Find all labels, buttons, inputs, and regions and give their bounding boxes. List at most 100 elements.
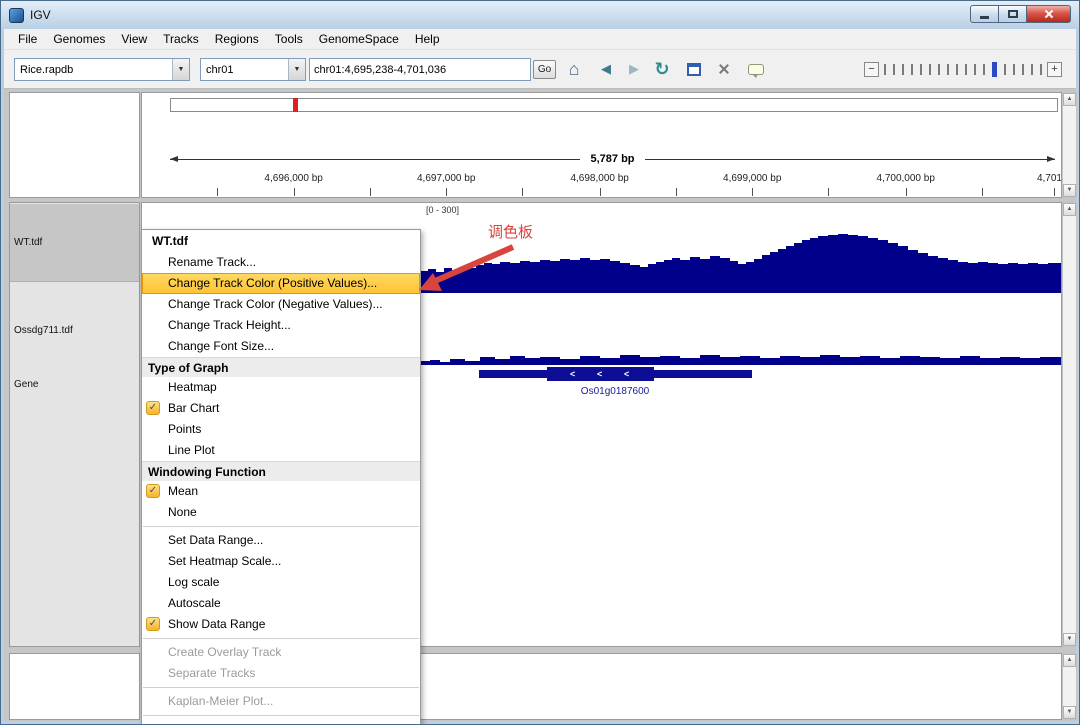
menu-genomespace[interactable]: GenomeSpace [311,30,407,48]
menu-item-label: Line Plot [168,443,215,457]
fit-shape [718,63,730,75]
ruler-tick [828,188,830,196]
data-range-label: [0 - 300] [426,205,460,215]
home-icon[interactable]: ⌂ [562,57,586,81]
bubble-shape [748,63,764,78]
zoom-tick[interactable] [1031,63,1033,75]
scroll-up-icon[interactable]: ▲ [1063,203,1076,216]
menu-item-none[interactable]: None [142,502,420,523]
scroll-down-icon[interactable]: ▼ [1063,633,1076,646]
zoom-tick[interactable] [956,63,958,75]
zoom-tick[interactable] [911,63,913,75]
menu-item-points[interactable]: Points [142,419,420,440]
zoom-tick[interactable] [1013,63,1015,75]
menu-item-remove-track[interactable]: Remove Track [142,719,420,724]
scroll-down-icon[interactable]: ▼ [1063,184,1076,197]
menu-item-label: Create Overlay Track [168,645,282,659]
zoom-ticks[interactable] [879,61,1047,77]
menu-item-rename-track[interactable]: Rename Track... [142,252,420,273]
zoom-tick[interactable] [893,63,895,75]
check-icon: ✓ [146,484,160,498]
zoom-tick[interactable] [920,63,922,75]
chevron-down-icon[interactable]: ▼ [172,59,189,80]
region-tool-icon[interactable] [682,57,706,81]
scroll-down-icon[interactable]: ▼ [1063,706,1076,719]
forward-icon[interactable]: ▶ [622,57,646,81]
ruler-name-panel [9,92,140,198]
ruler-scrollbar[interactable]: ▲ ▼ [1062,92,1077,198]
zoom-tick[interactable] [965,63,967,75]
menu-item-set-heatmap-scale[interactable]: Set Heatmap Scale... [142,551,420,572]
scroll-up-icon[interactable]: ▲ [1063,654,1076,667]
menu-item-autoscale[interactable]: Autoscale [142,593,420,614]
track-name-gene[interactable]: Gene [10,374,139,392]
chromosome-selector-value: chr01 [206,63,234,76]
track-label-ossdg711: Ossdg711.tdf [14,325,73,336]
zoom-tick[interactable] [1022,63,1024,75]
track-scrollbar[interactable]: ▲ ▼ [1062,202,1077,647]
genome-selector[interactable]: Rice.rapdb ▼ [14,58,190,81]
igv-window: IGV File Genomes View Tracks Regions Tools Gen… [0,0,1080,725]
chromosome-selector[interactable]: chr01 ▼ [200,58,306,81]
close-icon [1043,8,1055,20]
chromosome-ideogram[interactable] [170,98,1058,112]
go-button[interactable]: Go [533,60,556,79]
zoom-tick[interactable] [974,63,976,75]
menu-genomes[interactable]: Genomes [45,30,113,48]
zoom-slider-thumb[interactable] [992,61,997,77]
zoom-tick[interactable] [983,63,985,75]
track-name-wt[interactable]: WT.tdf [10,204,139,282]
gene-name-label: Os01g0187600 [580,386,650,397]
title-bar[interactable]: IGV [1,1,1079,29]
menu-item-change-track-height[interactable]: Change Track Height... [142,315,420,336]
fit-to-window-icon[interactable] [712,57,736,81]
bottom-scrollbar[interactable]: ▲ ▼ [1062,653,1077,720]
zoom-tick[interactable] [938,63,940,75]
zoom-tick[interactable] [902,63,904,75]
menu-item-heatmap[interactable]: Heatmap [142,377,420,398]
scroll-up-icon[interactable]: ▲ [1063,93,1076,106]
menu-item-label: Autoscale [168,596,221,610]
zoom-tick[interactable] [1004,63,1006,75]
menu-item-label: Rename Track... [168,255,257,269]
menu-item-log-scale[interactable]: Log scale [142,572,420,593]
maximize-button[interactable] [998,5,1027,23]
menu-file[interactable]: File [10,30,45,48]
refresh-icon[interactable]: ↻ [650,57,674,81]
toolbar: Rice.rapdb ▼ chr01 ▼ Go ⌂ ◀ ▶ ↻ − + [4,50,1076,89]
minimize-button[interactable] [970,5,999,23]
menu-item-label: Bar Chart [168,401,220,415]
ruler-data-panel[interactable]: 5,787 bp 4,696,000 bp 4,697,000 bp 4,698,0… [141,92,1062,198]
ruler-tick-label: 4,696,000 bp [264,173,323,184]
menu-item-change-font-size[interactable]: Change Font Size... [142,336,420,357]
menu-item-mean[interactable]: ✓ Mean [142,481,420,502]
menu-tracks[interactable]: Tracks [155,30,207,48]
menu-item-bar-chart[interactable]: ✓ Bar Chart [142,398,420,419]
track-name-ossdg711[interactable]: Ossdg711.tdf [10,320,139,338]
tooltip-bubble-icon[interactable] [744,57,768,81]
menu-view[interactable]: View [113,30,155,48]
back-icon[interactable]: ◀ [594,57,618,81]
zoom-out-button[interactable]: − [864,61,879,77]
zoom-tick[interactable] [884,63,886,75]
ossdg711-coverage-histogram [420,355,1061,365]
menu-help[interactable]: Help [407,30,448,48]
menu-item-show-data-range[interactable]: ✓ Show Data Range [142,614,420,635]
zoom-tick[interactable] [947,63,949,75]
context-menu-items: Rename Track... Change Track Color (Posit… [142,252,420,724]
menu-item-line-plot[interactable]: Line Plot [142,440,420,461]
menu-regions[interactable]: Regions [207,30,267,48]
zoom-tick[interactable] [929,63,931,75]
ruler-tick [752,188,754,196]
context-menu-title: WT.tdf [152,234,188,248]
maximize-icon [1007,10,1018,18]
menu-item-change-track-color-positive-values[interactable]: Change Track Color (Positive Values)... [142,273,420,294]
zoom-tick[interactable] [1040,63,1042,75]
locus-input[interactable] [309,58,531,81]
zoom-in-button[interactable]: + [1047,61,1062,77]
close-button[interactable] [1026,5,1071,23]
menu-item-set-data-range[interactable]: Set Data Range... [142,530,420,551]
chevron-down-icon[interactable]: ▼ [288,59,305,80]
menu-tools[interactable]: Tools [267,30,311,48]
menu-item-change-track-color-negative-values[interactable]: Change Track Color (Negative Values)... [142,294,420,315]
